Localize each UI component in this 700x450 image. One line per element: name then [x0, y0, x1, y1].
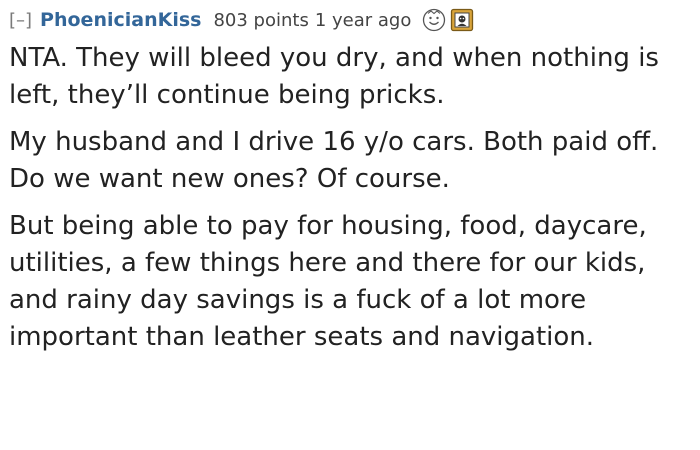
comment-paragraph: My husband and I drive 16 y/o cars. Both…: [9, 127, 659, 194]
comment-tagline: [–] PhoenicianKiss 803 points 1 year ago: [9, 0, 700, 40]
comment-body: NTA. They will bleed you dry, and when n…: [9, 40, 699, 356]
score: 803 points: [213, 9, 309, 31]
framed-portrait-award-icon[interactable]: [450, 8, 474, 32]
comment: [–] PhoenicianKiss 803 points 1 year ago: [0, 0, 700, 450]
comment-paragraph: But being able to pay for housing, food,…: [9, 211, 647, 352]
timestamp[interactable]: 1 year ago: [315, 10, 412, 31]
comment-paragraph: NTA. They will bleed you dry, and when n…: [9, 43, 659, 110]
author-link[interactable]: PhoenicianKiss: [40, 9, 201, 31]
collapse-toggle[interactable]: [–]: [9, 10, 32, 31]
happy-cake-award-icon[interactable]: [422, 8, 446, 32]
